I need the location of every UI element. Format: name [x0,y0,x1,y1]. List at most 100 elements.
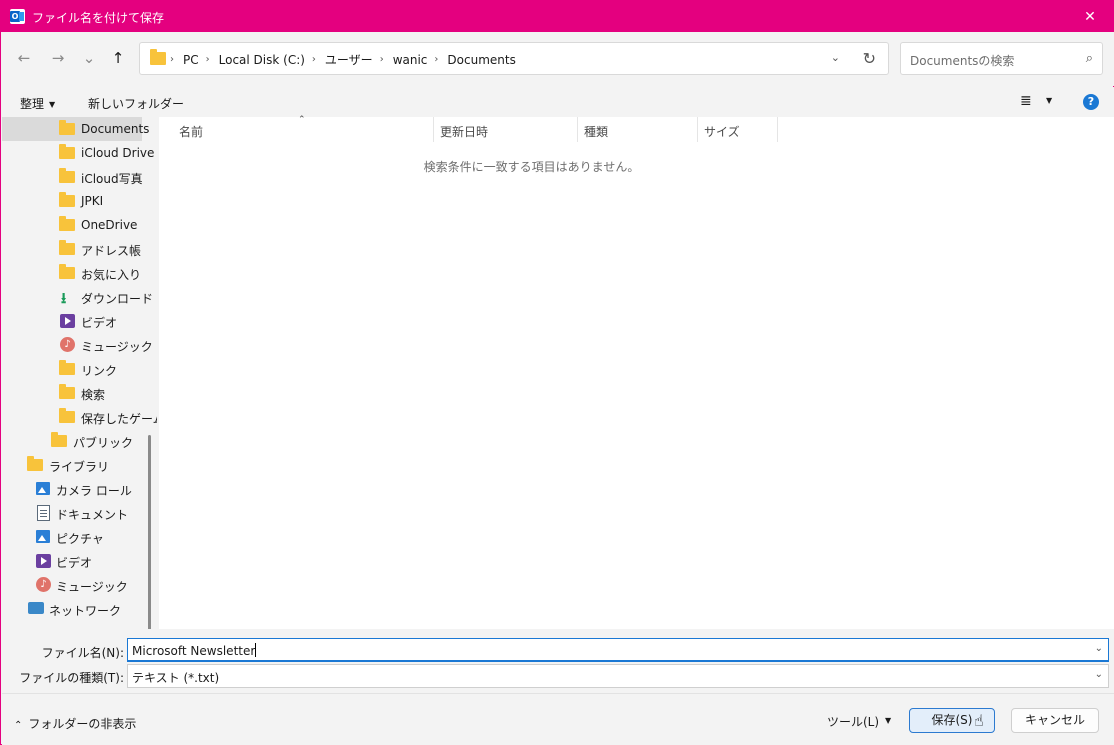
sidebar-item-label: カメラ ロール [56,484,132,498]
network-icon [28,602,44,614]
help-icon[interactable]: ? [1083,94,1099,110]
folder-icon [59,360,75,375]
back-button[interactable]: ← [13,47,35,69]
filetype-label: ファイルの種類(T): [19,671,124,685]
filename-label: ファイル名(N): [41,646,124,660]
column-header-name[interactable]: 名前 [179,123,203,140]
breadcrumb-users[interactable]: ユーザー [325,51,373,68]
sidebar-item-network[interactable]: ネットワーク [2,597,142,621]
sidebar-item-favorites[interactable]: お気に入り [2,261,142,285]
sidebar-item-label: OneDrive [81,218,138,232]
music-icon: ♪ [60,337,75,352]
file-fields: ファイル名(N): Microsoft Newsletter ⌄ ファイルの種類… [2,629,1114,693]
column-header-type[interactable]: 種類 [584,123,608,140]
folder-icon [150,49,166,65]
sidebar-item-jpki[interactable]: JPKI [2,189,142,213]
sidebar-item-label: ダウンロード [81,292,154,306]
navigation-bar: ← → ⌄ ↑ › PC › Local Disk (C:) › ユーザー › … [2,32,1114,86]
sidebar-item-icloud-drive[interactable]: iCloud Drive [2,141,154,165]
title-bar: O ファイル名を付けて保存 ✕ [1,1,1113,32]
chevron-right-icon[interactable]: › [312,54,316,65]
file-list: ⌃ 名前 更新日時 種類 サイズ 検索条件に一致する項目はありません。 [159,115,1114,629]
breadcrumb-documents[interactable]: Documents [447,53,515,67]
view-options-icon[interactable]: ≣ [1020,93,1032,109]
sidebar-item-searches[interactable]: 検索 [2,381,142,405]
up-button[interactable]: ↑ [107,47,129,69]
breadcrumb: › PC › Local Disk (C:) › ユーザー › wanic › … [170,51,516,68]
sidebar-item-label: JPKI [81,194,104,208]
sidebar-item-libraries[interactable]: ライブラリ [2,453,142,477]
column-divider[interactable] [777,117,778,142]
chevron-right-icon[interactable]: › [206,54,210,65]
sidebar-item-public[interactable]: パブリック [2,429,142,453]
breadcrumb-wanic[interactable]: wanic [393,53,428,67]
sidebar-item-documents[interactable]: Documents [2,117,149,141]
caret-down-icon: ▼ [49,100,56,109]
refresh-icon[interactable]: ↻ [863,49,876,68]
sidebar-scrollbar[interactable] [148,435,151,629]
new-folder-button[interactable]: 新しいフォルダー [88,95,184,112]
recent-locations-button[interactable]: ⌄ [78,47,100,69]
tools-button[interactable]: ツール(L) [827,713,879,730]
caret-down-icon[interactable]: ▼ [885,716,891,725]
sidebar-item-label: ビデオ [81,316,118,330]
address-dropdown-icon[interactable]: ⌄ [831,51,840,64]
sidebar-item-documents-library[interactable]: ドキュメント [2,501,142,525]
filename-input[interactable]: Microsoft Newsletter ⌄ [127,638,1109,662]
column-divider[interactable] [433,117,434,142]
chevron-down-icon[interactable]: ⌄ [1095,643,1103,654]
sidebar-item-label: ミュージック [81,340,153,354]
breadcrumb-pc[interactable]: PC [183,53,199,67]
forward-button[interactable]: → [47,47,69,69]
sidebar-item-label: ビデオ [56,556,93,570]
sort-ascending-icon: ⌃ [298,115,306,125]
sidebar-item-onedrive[interactable]: OneDrive [2,213,142,237]
chevron-right-icon[interactable]: › [380,54,384,65]
column-header-modified[interactable]: 更新日時 [440,123,488,140]
chevron-down-icon: ⌄ [82,49,96,67]
sidebar-item-label: リンク [81,364,118,378]
address-bar[interactable]: › PC › Local Disk (C:) › ユーザー › wanic › … [139,42,889,75]
folder-icon [27,456,43,471]
cancel-button[interactable]: キャンセル [1011,708,1099,733]
search-input[interactable]: Documentsの検索 ⌕ [900,42,1103,75]
sidebar-item-downloads[interactable]: ⭳ ダウンロード [2,285,153,309]
sidebar-item-label: パブリック [73,436,134,450]
column-divider[interactable] [697,117,698,142]
breadcrumb-local-disk[interactable]: Local Disk (C:) [219,53,305,67]
sidebar-item-music[interactable]: ♪ ミュージック [2,333,153,357]
document-icon [37,505,50,521]
sidebar-item-icloud-photos[interactable]: iCloud写真 [2,165,143,189]
sidebar-item-address-book[interactable]: アドレス帳 [2,237,142,261]
chevron-down-icon[interactable]: ⌄ [1095,669,1103,680]
folder-icon [59,216,75,231]
sidebar-item-saved-games[interactable]: 保存したゲーム [2,405,157,429]
video-icon [60,314,75,328]
caret-down-icon[interactable]: ▼ [1046,96,1052,105]
sidebar-item-label: アドレス帳 [81,244,142,258]
hide-folders-button[interactable]: ⌃ フォルダーの非表示 [14,715,136,732]
sidebar-item-label: ドキュメント [56,508,129,522]
picture-icon [36,482,50,495]
text-caret [255,643,257,657]
chevron-right-icon[interactable]: › [434,54,438,65]
filename-value: Microsoft Newsletter [132,643,257,658]
sidebar-item-label: Documents [81,122,150,136]
sidebar-item-label: ミュージック [56,580,128,594]
sidebar-item-pictures[interactable]: ピクチャ [2,525,142,549]
sidebar-item-videos[interactable]: ビデオ [2,309,142,333]
filetype-select[interactable]: テキスト (*.txt) ⌄ [127,664,1109,688]
organize-button[interactable]: 整理 ▼ [20,95,55,112]
sidebar-item-camera-roll[interactable]: カメラ ロール [2,477,142,501]
folder-icon [59,192,75,207]
sidebar-item-music-library[interactable]: ♪ ミュージック [2,573,142,597]
folder-icon [59,168,75,183]
outlook-app-icon: O [10,9,25,24]
close-button[interactable]: ✕ [1067,1,1113,32]
column-header-size[interactable]: サイズ [704,123,740,140]
sidebar-item-links[interactable]: リンク [2,357,142,381]
column-divider[interactable] [577,117,578,142]
close-icon: ✕ [1084,8,1096,25]
sidebar-item-label: iCloud Drive [81,146,155,160]
sidebar-item-videos-library[interactable]: ビデオ [2,549,142,573]
